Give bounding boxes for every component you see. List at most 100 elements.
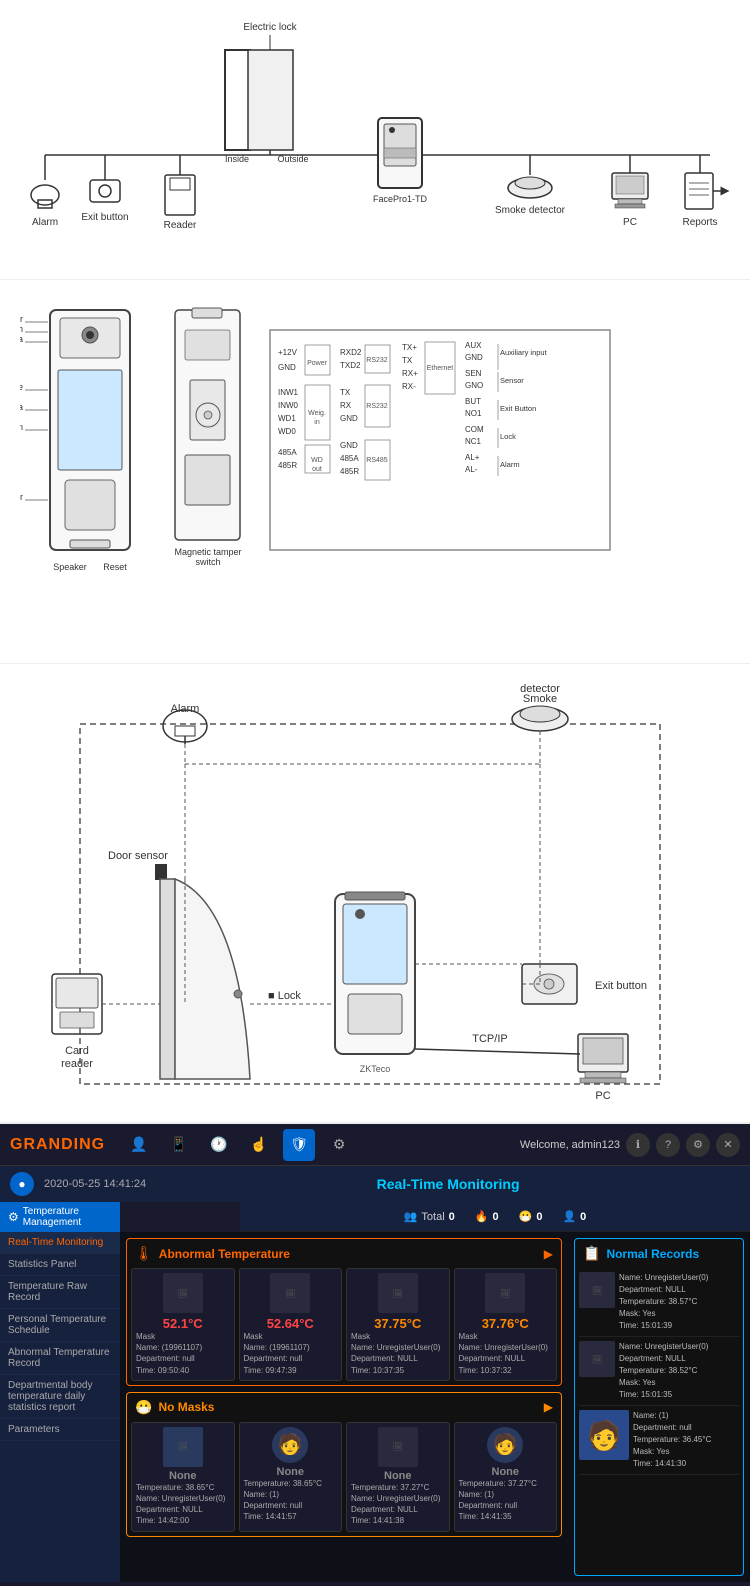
svg-text:485A: 485A [340, 454, 359, 463]
stat-fire: 🔥 0 [475, 1210, 499, 1223]
nomask-card-3: 🖼 None Temperature: 37.27°C Name: Unregi… [346, 1422, 450, 1532]
svg-text:out: out [312, 466, 322, 473]
card-img-3: 🖼 [378, 1273, 418, 1313]
nav-help-icon[interactable]: ? [656, 1133, 680, 1157]
section2-device-diagram: Temperature detector Flash Camera Microp… [0, 280, 750, 664]
nav-phone-icon[interactable]: 📱 [163, 1129, 195, 1161]
nav-gear-icon[interactable]: ⚙ [323, 1129, 355, 1161]
nav-shield-icon[interactable]: 🛡 [283, 1129, 315, 1161]
svg-text:BUT: BUT [465, 397, 481, 406]
normal-record-1: 🖼 Name: UnregisterUser(0) Department: NU… [579, 1268, 739, 1337]
svg-text:Magnetic tamper: Magnetic tamper [174, 547, 241, 557]
warning-value: 0 [536, 1211, 542, 1223]
svg-text:AL+: AL+ [465, 453, 480, 462]
svg-text:+12V: +12V [278, 348, 298, 357]
nomask-more-icon[interactable]: ▶ [544, 1400, 553, 1414]
fire-icon: 🔥 [475, 1210, 489, 1223]
svg-text:Sensor: Sensor [500, 376, 524, 385]
stats-bar: 👥 Total 0 🔥 0 😷 0 👤 0 [240, 1202, 750, 1232]
svg-text:detector: detector [520, 683, 560, 695]
sidebar-item-parameters[interactable]: Parameters [0, 1419, 120, 1441]
svg-text:Camera: Camera [20, 334, 23, 344]
normal-title-icon: 📋 [583, 1245, 600, 1262]
total-label: Total [421, 1211, 444, 1223]
datetime-display: 2020-05-25 14:41:24 [44, 1178, 146, 1190]
total-icon: 👥 [404, 1210, 418, 1223]
svg-text:Reader: Reader [164, 220, 197, 231]
svg-text:Card: Card [65, 1045, 89, 1057]
nav-close-icon[interactable]: ✕ [716, 1133, 740, 1157]
temp-val-2: 52.64°C [244, 1316, 338, 1331]
nav-clock-icon[interactable]: 🕐 [203, 1129, 235, 1161]
sidebar-header-label: Temperature Management [23, 1206, 112, 1228]
sidebar-item-abnormal[interactable]: Abnormal Temperature Record [0, 1342, 120, 1375]
normal-record-2: 🖼 Name: UnregisterUser(0) Department: NU… [579, 1337, 739, 1406]
nav-person-icon[interactable]: 👤 [123, 1129, 155, 1161]
nomask-card-1: 🖼 None Temperature: 38.65°C Name: Unregi… [131, 1422, 235, 1532]
svg-text:485A: 485A [278, 448, 297, 457]
svg-text:Alarm: Alarm [32, 217, 58, 228]
svg-text:FacePro1-TD: FacePro1-TD [373, 194, 428, 204]
svg-text:GND: GND [465, 353, 483, 362]
svg-text:switch: switch [195, 557, 220, 567]
sidebar-item-dept-stats[interactable]: Departmental body temperature daily stat… [0, 1375, 120, 1419]
none-text-3: None [351, 1470, 445, 1482]
svg-text:Electric lock: Electric lock [243, 22, 297, 33]
nomask-card-grid: 🖼 None Temperature: 38.65°C Name: Unregi… [131, 1422, 557, 1532]
stat-warning: 😷 0 [519, 1210, 543, 1223]
svg-text:COM: COM [465, 425, 484, 434]
sidebar-item-realtime[interactable]: Real-Time Monitoring [0, 1232, 120, 1254]
svg-text:Fingerprint sensor: Fingerprint sensor [20, 492, 23, 502]
svg-text:INW0: INW0 [278, 401, 299, 410]
svg-text:WD0: WD0 [278, 427, 296, 436]
sidebar-item-statistics[interactable]: Statistics Panel [0, 1254, 120, 1276]
panels-area: 🌡 Abnormal Temperature ▶ 🖼 52.1°C Mask [120, 1232, 750, 1582]
card-img-4: 🖼 [485, 1273, 525, 1313]
nomask-card-4: 🧑 None Temperature: 37.27°C Name: (1) De… [454, 1422, 558, 1532]
svg-text:Lock: Lock [500, 432, 516, 441]
nav-fingerprint-icon[interactable]: ☝ [243, 1129, 275, 1161]
nav-info-icon[interactable]: ℹ [626, 1133, 650, 1157]
nav-settings-icon[interactable]: ⚙ [686, 1133, 710, 1157]
nomask-card-2: 🧑 None Temperature: 38.65°C Name: (1) De… [239, 1422, 343, 1532]
none-text-2: None [244, 1466, 338, 1478]
card-detail-1: Mask Name: (19961107) Department: null T… [136, 1331, 230, 1376]
card-detail-4: Mask Name: UnregisterUser(0) Department:… [459, 1331, 553, 1376]
svg-text:5 inch touch screen: 5 inch touch screen [20, 422, 23, 432]
svg-text:RS232: RS232 [366, 403, 388, 410]
wiring-diagram-svg: Alarm Smoke detector Door sensor Card re… [0, 664, 750, 1124]
none-text-4: None [459, 1466, 553, 1478]
svg-text:485R: 485R [340, 467, 359, 476]
abnormal-more-icon[interactable]: ▶ [544, 1247, 553, 1261]
svg-text:■ Lock: ■ Lock [268, 990, 301, 1002]
sidebar-item-personal[interactable]: Personal Temperature Schedule [0, 1309, 120, 1342]
temp-val-1: 52.1°C [136, 1316, 230, 1331]
nomask-avatar-4: 🧑 [487, 1427, 523, 1463]
nomask-title: No Masks [158, 1400, 214, 1414]
svg-text:WD: WD [311, 457, 323, 464]
nomask-title-icon: 😷 [135, 1399, 152, 1416]
svg-text:RXD2: RXD2 [340, 348, 362, 357]
nomask-title-bar: 😷 No Masks ▶ [131, 1397, 557, 1418]
svg-text:AL-: AL- [465, 465, 478, 474]
sidebar-item-raw-record[interactable]: Temperature Raw Record [0, 1276, 120, 1309]
card-detail-2: Mask Name: (19961107) Department: null T… [244, 1331, 338, 1376]
rec-info-3: Name: (1) Department: null Temperature: … [633, 1410, 711, 1470]
top-nav: GRANDING 👤 📱 🕐 ☝ 🛡 ⚙ Welcome, admin123 ℹ… [0, 1124, 750, 1166]
card-img-1: 🖼 [163, 1273, 203, 1313]
svg-text:in: in [314, 419, 320, 426]
svg-text:Smoke detector: Smoke detector [495, 205, 566, 216]
svg-text:AUX: AUX [465, 341, 482, 350]
rec-img-2: 🖼 [579, 1341, 615, 1377]
abnormal-card-3: 🖼 37.75°C Mask Name: UnregisterUser(0) D… [346, 1268, 450, 1381]
svg-text:GNO: GNO [465, 381, 483, 390]
svg-text:TCP/IP: TCP/IP [472, 1033, 507, 1045]
svg-text:Reports: Reports [682, 217, 717, 228]
abnormal-card-2: 🖼 52.64°C Mask Name: (19961107) Departme… [239, 1268, 343, 1381]
system-diagram-svg: Alarm Exit button Reader Electric lock I… [0, 0, 750, 260]
sub-header: ● 2020-05-25 14:41:24 Real-Time Monitori… [0, 1166, 750, 1202]
svg-text:GND: GND [340, 441, 358, 450]
section3-wiring-diagram: Alarm Smoke detector Door sensor Card re… [0, 664, 750, 1124]
normal-title-bar: 📋 Normal Records [579, 1243, 739, 1264]
svg-text:Speaker: Speaker [53, 562, 87, 572]
